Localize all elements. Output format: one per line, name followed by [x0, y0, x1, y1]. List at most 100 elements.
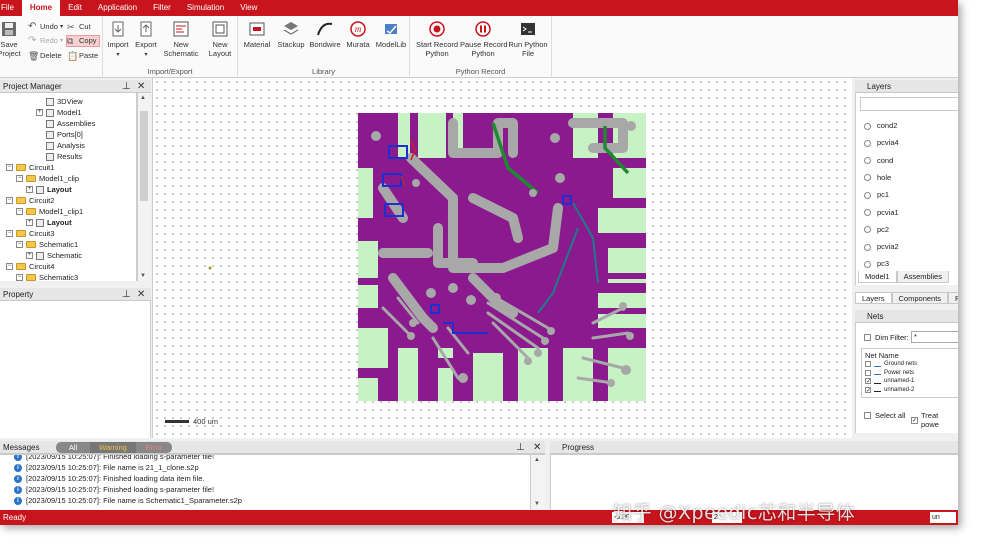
- tree-item[interactable]: − Circuit1: [6, 162, 54, 173]
- tree-item[interactable]: Results: [46, 151, 82, 162]
- tree-item[interactable]: + Schematic: [26, 250, 82, 261]
- layer-radio[interactable]: [864, 243, 871, 251]
- expand-icon[interactable]: +: [26, 219, 33, 226]
- tree-item[interactable]: − Schematic1: [16, 239, 78, 250]
- layer-row[interactable]: cond2: [864, 120, 897, 132]
- pin-icon[interactable]: ⊥: [122, 288, 131, 301]
- bondwire-button[interactable]: Bondwire: [309, 20, 341, 49]
- collapse-icon[interactable]: −: [16, 208, 23, 215]
- tab-components[interactable]: Components: [891, 292, 949, 304]
- collapse-icon[interactable]: −: [6, 197, 13, 204]
- menu-edit[interactable]: Edit: [60, 0, 90, 16]
- modellib-button[interactable]: ModelLib: [375, 20, 407, 49]
- tree-item[interactable]: − Circuit2: [6, 195, 54, 206]
- tree-item[interactable]: − Model1_clip: [16, 173, 79, 184]
- scroll-up-icon[interactable]: ▲: [140, 95, 146, 101]
- layer-row[interactable]: cond: [864, 155, 893, 167]
- start-record-button[interactable]: Start Record Python: [415, 20, 459, 58]
- net-row[interactable]: ✓ unnamed-2: [865, 386, 914, 394]
- layer-radio[interactable]: [864, 209, 871, 216]
- tree-item[interactable]: + Layout: [26, 217, 72, 228]
- layout-canvas[interactable]: 400 um: [152, 78, 852, 438]
- delete-button[interactable]: 🗑 Delete: [28, 50, 62, 62]
- pause-record-button[interactable]: Pause Record Python: [460, 20, 508, 58]
- expand-icon[interactable]: +: [36, 109, 43, 116]
- layer-row[interactable]: pc3: [864, 258, 889, 270]
- new-layout-button[interactable]: New Layout: [205, 20, 235, 58]
- net-row[interactable]: Ground nets: [865, 361, 917, 367]
- select-all-check-box[interactable]: [864, 412, 871, 419]
- tree-item[interactable]: + Model1: [36, 107, 82, 118]
- tree-item[interactable]: Assemblies: [46, 118, 95, 129]
- treat-power-checkbox[interactable]: ✓ Treat powe: [911, 411, 958, 429]
- menu-application[interactable]: Application: [90, 0, 145, 16]
- scroll-down-icon[interactable]: ▼: [534, 501, 540, 507]
- net-checkbox[interactable]: ✓: [865, 386, 871, 394]
- save-project-button[interactable]: Save Project: [0, 20, 22, 58]
- expand-icon[interactable]: +: [26, 252, 33, 259]
- layer-row[interactable]: pcvia1: [864, 207, 899, 219]
- layer-row[interactable]: pcvia4: [864, 137, 899, 149]
- material-button[interactable]: Material: [242, 20, 272, 49]
- murata-button[interactable]: m Murata: [344, 20, 372, 49]
- filter-error-button[interactable]: Error: [136, 442, 172, 453]
- net-checkbox[interactable]: [865, 361, 871, 367]
- menu-filter[interactable]: Filter: [145, 0, 179, 16]
- filter-warning-button[interactable]: Warning: [90, 442, 136, 453]
- tab-layers[interactable]: Layers: [855, 292, 892, 304]
- tree-item[interactable]: + Layout: [26, 184, 72, 195]
- redo-button[interactable]: ↷ Redo ▾: [28, 35, 63, 47]
- tab-pc[interactable]: PC: [948, 292, 958, 304]
- collapse-icon[interactable]: −: [16, 274, 23, 281]
- run-python-button[interactable]: Run Python File: [506, 20, 550, 58]
- tree-item[interactable]: − Circuit3: [6, 228, 54, 239]
- pin-icon[interactable]: ⊥: [516, 441, 525, 454]
- tab-assemblies[interactable]: Assemblies: [896, 271, 949, 283]
- scroll-down-icon[interactable]: ▼: [140, 273, 146, 279]
- export-button[interactable]: Export ▾: [133, 20, 159, 60]
- scroll-up-icon[interactable]: ▲: [534, 457, 540, 463]
- close-icon[interactable]: ✕: [137, 80, 145, 93]
- close-icon[interactable]: ✕: [533, 441, 541, 454]
- layer-radio[interactable]: [864, 191, 871, 199]
- layer-radio[interactable]: [864, 226, 871, 234]
- layer-radio[interactable]: [864, 260, 871, 268]
- filter-all-button[interactable]: All: [56, 442, 90, 453]
- new-schematic-button[interactable]: New Schematic: [163, 20, 199, 58]
- stackup-button[interactable]: Stackup: [276, 20, 306, 49]
- layer-row[interactable]: pcvia2: [864, 241, 899, 253]
- layer-radio[interactable]: [864, 122, 871, 130]
- layer-radio[interactable]: [864, 157, 871, 165]
- layer-radio[interactable]: [864, 174, 871, 182]
- pin-icon[interactable]: ⊥: [122, 80, 131, 93]
- close-icon[interactable]: ✕: [137, 288, 145, 301]
- messages-scrollbar[interactable]: ▲ ▼: [530, 455, 545, 510]
- paste-button[interactable]: 📋 Paste: [67, 50, 98, 62]
- select-all-checkbox[interactable]: Select all: [864, 411, 905, 420]
- net-checkbox[interactable]: [865, 369, 871, 376]
- layer-row[interactable]: pc2: [864, 224, 889, 236]
- collapse-icon[interactable]: −: [16, 175, 23, 182]
- tree-item[interactable]: − Circuit4: [6, 261, 54, 272]
- menu-view[interactable]: View: [232, 0, 265, 16]
- collapse-icon[interactable]: −: [6, 164, 13, 171]
- undo-button[interactable]: ↶ Undo ▾: [28, 21, 63, 33]
- menu-simulation[interactable]: Simulation: [179, 0, 232, 16]
- collapse-icon[interactable]: −: [16, 241, 23, 248]
- net-row[interactable]: ✓ unnamed-1: [865, 378, 914, 385]
- pcb-layout[interactable]: 400 um: [153, 78, 853, 438]
- tab-model1[interactable]: Model1: [858, 271, 897, 283]
- tree-item[interactable]: Ports[0]: [46, 129, 83, 140]
- collapse-icon[interactable]: −: [6, 263, 13, 270]
- menu-home[interactable]: Home: [21, 0, 61, 16]
- dim-check-box[interactable]: [864, 334, 871, 341]
- dim-checkbox[interactable]: Dim: [864, 333, 888, 342]
- collapse-icon[interactable]: −: [6, 230, 13, 237]
- menu-file[interactable]: File: [0, 0, 22, 16]
- tree-item[interactable]: − Schematic3: [16, 272, 78, 281]
- copy-button[interactable]: ⧉ Copy: [66, 35, 100, 47]
- layer-row[interactable]: hole: [864, 172, 891, 184]
- treat-power-check-box[interactable]: ✓: [911, 416, 918, 424]
- tree-item[interactable]: − Model1_clip1: [16, 206, 83, 217]
- scroll-thumb[interactable]: [140, 111, 148, 201]
